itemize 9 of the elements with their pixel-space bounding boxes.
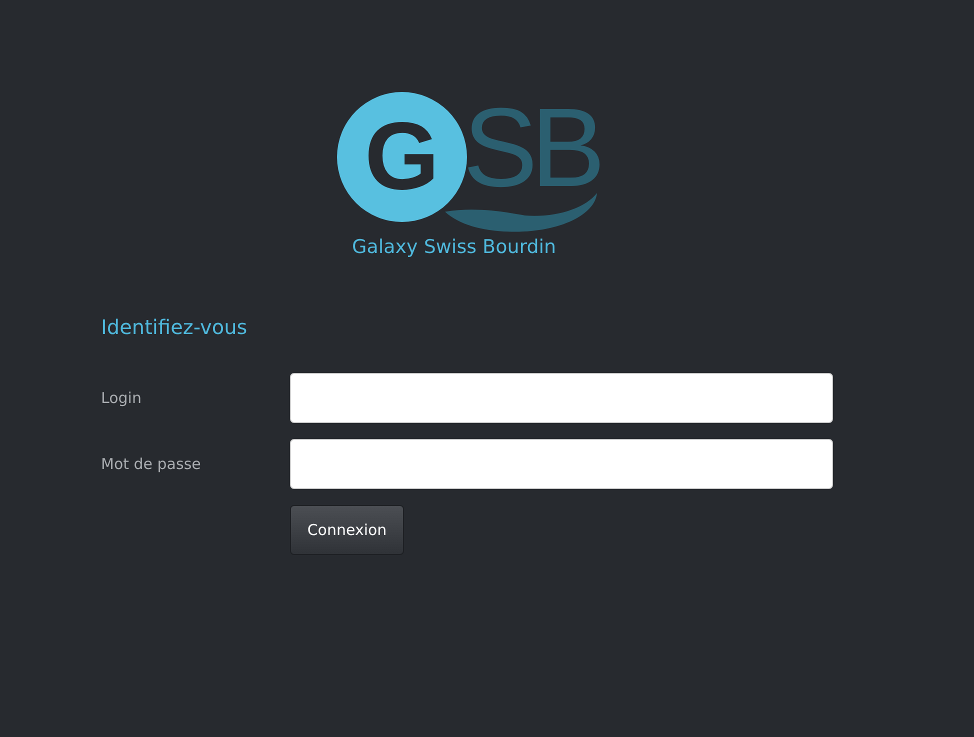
logo-circle-letter: G xyxy=(337,92,467,222)
form-heading: Identifiez-vous xyxy=(101,315,248,339)
login-button[interactable]: Connexion xyxy=(290,505,404,555)
swoosh-icon xyxy=(445,193,599,233)
field-label: Mot de passe xyxy=(101,455,202,473)
input-field[interactable] xyxy=(290,373,833,423)
logo-tagline: Galaxy Swiss Bourdin xyxy=(352,236,558,258)
input-field[interactable] xyxy=(290,439,833,489)
field-label: Login xyxy=(101,389,142,407)
